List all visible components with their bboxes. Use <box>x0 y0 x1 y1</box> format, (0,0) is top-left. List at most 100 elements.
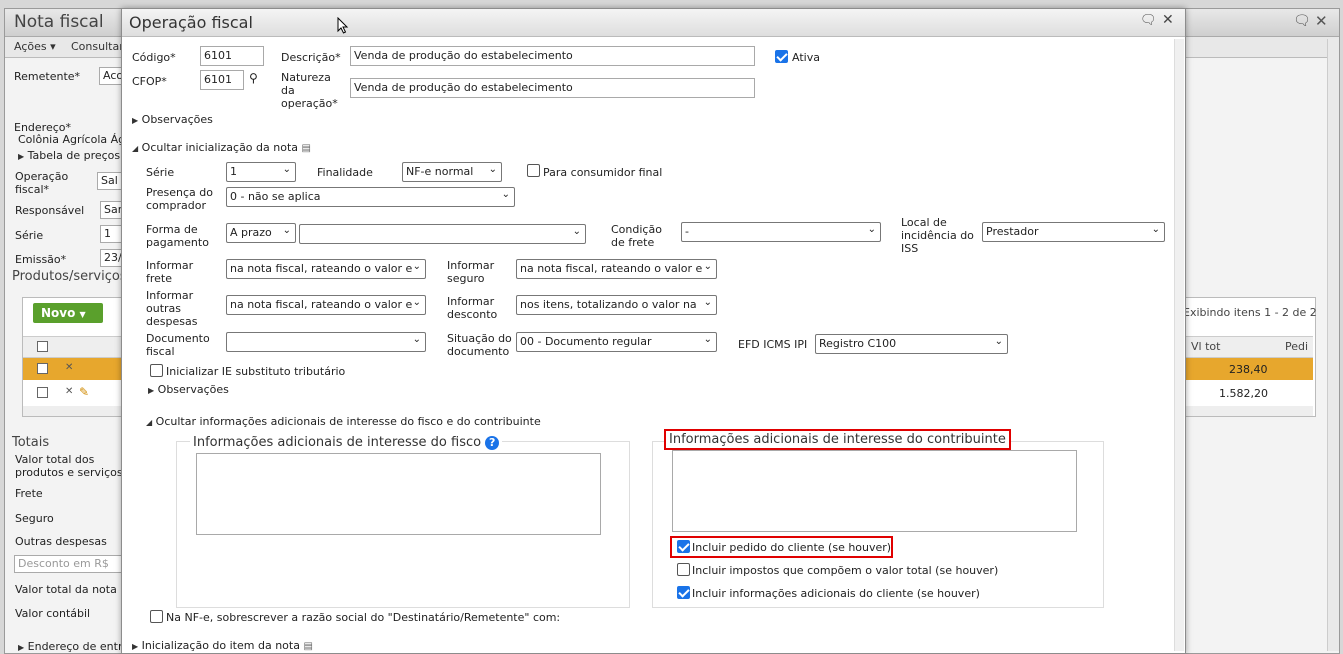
info-fisco-textarea[interactable] <box>196 453 601 535</box>
delete-icon[interactable]: ✕ <box>65 386 73 397</box>
responsavel-field[interactable]: Sar <box>100 201 123 219</box>
operacao-fiscal-dialog: Operação fiscal 🗨 ✕ Código* 6101 Descriç… <box>121 8 1186 654</box>
ocultar-info-toggle[interactable]: ◢ Ocultar informações adicionais de inte… <box>146 415 541 428</box>
efd-select[interactable]: Registro C100 ⌄ <box>815 334 1008 354</box>
ativa-label: Ativa <box>792 51 820 64</box>
local-iss-select[interactable]: Prestador ⌄ <box>982 222 1165 242</box>
menu-acoes[interactable]: Ações ▾ <box>14 40 56 53</box>
row-vltot: 1.582,20 <box>1219 387 1268 400</box>
row-vltot: 238,40 <box>1229 363 1268 376</box>
endereco-entrega-toggle[interactable]: ▶ Endereço de entr <box>18 640 122 653</box>
remetente-field[interactable]: Aco <box>99 67 123 85</box>
presenca-label: Presença do comprador <box>146 186 213 212</box>
document-icon[interactable]: ▤ <box>302 143 311 154</box>
situacao-select[interactable]: 00 - Documento regular ⌄ <box>516 332 717 352</box>
codigo-label: Código* <box>132 51 176 64</box>
info-contrib-textarea[interactable] <box>672 450 1077 532</box>
caret-right-icon: ▶ <box>18 643 25 652</box>
inicializar-ie-checkbox[interactable] <box>150 364 163 377</box>
tabela-precos-toggle[interactable]: ▶ Tabela de preços <box>18 149 120 162</box>
cfop-label: CFOP* <box>132 75 167 88</box>
column-pedi[interactable]: Pedi <box>1285 340 1308 353</box>
chevron-down-icon: ▼ <box>79 310 86 319</box>
chevron-down-icon: ⌄ <box>703 297 712 308</box>
chevron-down-icon: ⌄ <box>867 224 876 235</box>
serie-label: Série <box>146 166 175 179</box>
descricao-label: Descrição* <box>281 51 341 64</box>
incluir-pedido-label: Incluir pedido do cliente (se houver) <box>692 541 892 554</box>
comment-icon[interactable]: 🗨 <box>1293 13 1311 29</box>
chevron-down-icon: ⌄ <box>282 225 291 236</box>
serie-select[interactable]: 1 ⌄ <box>226 162 296 182</box>
codigo-field[interactable]: 6101 <box>200 46 264 66</box>
chevron-down-icon: ⌄ <box>488 164 497 175</box>
operacao-field[interactable]: Sal <box>97 172 123 190</box>
incluir-info-cliente-checkbox[interactable] <box>677 586 690 599</box>
ocultar-inicializacao-toggle[interactable]: ◢ Ocultar inicialização da nota ▤ <box>132 141 311 154</box>
informar-outras-select[interactable]: na nota fiscal, rateando o valor e ⌄ <box>226 295 426 315</box>
cfop-field[interactable]: 6101 <box>200 70 244 90</box>
incluir-impostos-checkbox[interactable] <box>677 563 690 576</box>
close-icon[interactable]: ✕ <box>1315 12 1328 30</box>
endereco-value: Colônia Agrícola Ág <box>18 133 126 146</box>
row-checkbox[interactable] <box>37 387 48 398</box>
informar-seguro-select[interactable]: na nota fiscal, rateando o valor e ⌄ <box>516 259 717 279</box>
observacoes2-toggle[interactable]: ▶ Observações <box>148 383 229 396</box>
remetente-label: Remetente* <box>14 70 81 83</box>
menu-consultar[interactable]: Consultar <box>71 40 124 53</box>
incluir-info-cliente-label: Incluir informações adicionais do client… <box>692 587 980 600</box>
inicializar-ie-label: Inicializar IE substituto tributário <box>166 365 346 378</box>
info-contrib-legend: Informações adicionais de interesse do c… <box>664 429 1011 450</box>
inicializacao-item-toggle[interactable]: ▶ Inicialização do item da nota ▤ <box>132 639 313 652</box>
row-checkbox[interactable] <box>37 363 48 374</box>
descricao-field[interactable]: Venda de produção do estabelecimento <box>350 46 755 66</box>
condicao-frete-select[interactable]: - ⌄ <box>681 222 881 242</box>
consumidor-final-checkbox[interactable] <box>527 164 540 177</box>
observacoes-toggle[interactable]: ▶ Observações <box>132 113 213 126</box>
mouse-cursor-icon <box>337 17 349 34</box>
totais-heading: Totais <box>12 435 50 450</box>
delete-icon[interactable]: ✕ <box>65 362 73 373</box>
natureza-field[interactable]: Venda de produção do estabelecimento <box>350 78 755 98</box>
chevron-down-icon: ⌄ <box>412 297 421 308</box>
presenca-select[interactable]: 0 - não se aplica ⌄ <box>226 187 515 207</box>
info-fisco-legend: Informações adicionais de interesse do f… <box>190 435 503 450</box>
emissao-label: Emissão* <box>15 253 67 266</box>
help-icon[interactable]: ? <box>485 436 500 450</box>
incluir-pedido-checkbox[interactable] <box>677 540 690 553</box>
desconto-input[interactable]: Desconto em R$ <box>14 555 123 573</box>
informar-frete-label: Informar frete <box>146 259 194 285</box>
comment-icon[interactable]: 🗨 <box>1140 13 1157 28</box>
search-icon[interactable]: ⚲ <box>249 71 258 85</box>
forma-pagamento-select[interactable]: A prazo ⌄ <box>226 223 296 243</box>
caret-right-icon: ▶ <box>132 642 139 651</box>
finalidade-select[interactable]: NF-e normal ⌄ <box>402 162 502 182</box>
chevron-down-icon: ⌄ <box>501 189 510 200</box>
serie-field[interactable]: 1 <box>100 225 123 243</box>
chevron-down-icon: ⌄ <box>572 226 581 237</box>
informar-desconto-select[interactable]: nos itens, totalizando o valor na ⌄ <box>516 295 717 315</box>
nfe-sobrescrever-checkbox[interactable] <box>150 610 163 623</box>
column-vltot[interactable]: Vl tot <box>1191 340 1220 353</box>
vertical-scrollbar[interactable] <box>1327 39 1339 651</box>
documento-fiscal-select[interactable]: ⌄ <box>226 332 426 352</box>
emissao-field[interactable]: 23/ <box>100 249 123 267</box>
valor-total-produtos-label: Valor total dos produtos e serviços <box>15 453 123 479</box>
dialog-scrollbar[interactable] <box>1174 39 1184 651</box>
forma-pagamento-label: Forma de pagamento <box>146 223 209 249</box>
seguro-label: Seguro <box>15 512 54 525</box>
informar-frete-select[interactable]: na nota fiscal, rateando o valor e ⌄ <box>226 259 426 279</box>
forma-pagamento-detail-select[interactable]: ⌄ <box>299 224 586 244</box>
chevron-down-icon: ⌄ <box>282 164 291 175</box>
local-iss-label: Local de incidência do ISS <box>901 216 974 255</box>
document-icon[interactable]: ▤ <box>303 641 312 652</box>
chevron-down-icon: ⌄ <box>994 336 1003 347</box>
select-all-checkbox[interactable] <box>37 341 48 352</box>
novo-button[interactable]: Novo ▼ <box>33 303 103 323</box>
close-icon[interactable]: ✕ <box>1162 12 1174 28</box>
caret-down-icon: ◢ <box>132 144 139 153</box>
caret-right-icon: ▶ <box>132 116 139 125</box>
ativa-checkbox[interactable] <box>775 50 788 63</box>
edit-pencil-icon[interactable]: ✎ <box>79 385 89 399</box>
finalidade-label: Finalidade <box>317 166 373 179</box>
